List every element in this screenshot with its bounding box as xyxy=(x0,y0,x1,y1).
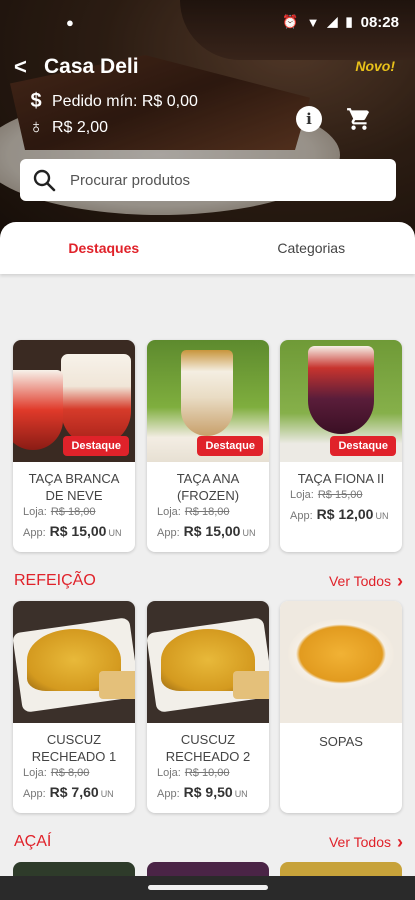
destaque-badge: Destaque xyxy=(197,436,263,456)
delivery-fee-text: R$ 2,00 xyxy=(52,118,109,136)
product-card[interactable]: Destaque TAÇA FIONA II Loja: R$ 15,00 App… xyxy=(280,340,402,552)
destaque-badge: Destaque xyxy=(63,436,129,456)
product-image xyxy=(147,601,269,723)
product-card[interactable]: CUSCUZ RECHEADO 1 Loja: R$ 8,00 App: R$ 7,… xyxy=(13,601,135,813)
product-name: TAÇA BRANCA DE NEVE xyxy=(28,471,120,503)
notification-icon: ● xyxy=(66,14,74,30)
section-title: REFEIÇÃO xyxy=(14,572,96,589)
store-price: Loja: R$ 15,00 xyxy=(290,489,363,501)
system-nav-bar xyxy=(0,876,415,900)
info-icon[interactable]: i xyxy=(296,106,322,132)
app-price: App: R$ 7,60 UN xyxy=(23,784,114,800)
app-price: App: R$ 15,00 UN xyxy=(157,523,256,539)
destaque-badge: Destaque xyxy=(330,436,396,456)
product-name: TAÇA FIONA II xyxy=(297,471,385,486)
ver-todos-link[interactable]: Ver Todos › xyxy=(329,832,403,853)
product-card[interactable]: Destaque TAÇA ANA (FROZEN) Loja: R$ 18,00… xyxy=(147,340,269,552)
back-arrow-icon[interactable]: < xyxy=(14,54,44,80)
min-order-text: Pedido mín: R$ 0,00 xyxy=(52,92,198,110)
home-gesture-handle[interactable] xyxy=(148,885,268,890)
store-title: Casa Deli xyxy=(44,55,139,78)
product-name: CUSCUZ RECHEADO 1 xyxy=(31,732,117,764)
app-price: App: R$ 9,50 UN xyxy=(157,784,248,800)
section-header-acai: AÇAÍ Ver Todos › xyxy=(14,830,403,854)
wifi-icon: ▼ xyxy=(306,14,320,30)
app-price: App: R$ 12,00 UN xyxy=(290,506,389,522)
chevron-right-icon: › xyxy=(397,570,403,591)
store-price: Loja: R$ 10,00 xyxy=(157,767,230,779)
ver-todos-link[interactable]: Ver Todos › xyxy=(329,571,403,592)
alarm-icon: ⏰ xyxy=(282,14,299,29)
product-name: CUSCUZ RECHEADO 2 xyxy=(165,732,251,764)
status-time: 08:28 xyxy=(360,13,399,31)
money-bag-icon: ♁ xyxy=(28,116,44,138)
search-icon xyxy=(33,169,56,192)
search-placeholder: Procurar produtos xyxy=(70,171,191,189)
chevron-right-icon: › xyxy=(397,831,403,852)
tab-destaques[interactable]: Destaques xyxy=(0,222,208,274)
search-bar[interactable]: Procurar produtos xyxy=(20,159,396,201)
section-header-refeicao: REFEIÇÃO Ver Todos › xyxy=(14,569,403,593)
app-price: App: R$ 15,00 UN xyxy=(23,523,122,539)
battery-icon: ▮ xyxy=(345,14,353,29)
product-name: SOPAS xyxy=(319,734,363,749)
title-bar: < Casa Deli Novo! xyxy=(14,52,395,82)
min-order-line: $ Pedido mín: R$ 0,00 xyxy=(28,90,198,113)
product-image xyxy=(280,601,402,723)
product-card[interactable]: Destaque TAÇA BRANCA DE NEVE Loja: R$ 18,… xyxy=(13,340,135,552)
cart-icon[interactable] xyxy=(346,106,372,132)
refeicao-row: CUSCUZ RECHEADO 1 Loja: R$ 8,00 App: R$ 7,… xyxy=(0,601,415,813)
featured-row: Destaque TAÇA BRANCA DE NEVE Loja: R$ 18,… xyxy=(0,340,415,552)
signal-icon: ◢ xyxy=(327,14,338,29)
tab-categorias[interactable]: Categorias xyxy=(208,222,415,274)
product-image xyxy=(13,601,135,723)
product-card[interactable]: SOPAS xyxy=(280,601,402,813)
section-title: AÇAÍ xyxy=(14,833,52,850)
store-price: Loja: R$ 18,00 xyxy=(23,506,96,518)
dollar-icon: $ xyxy=(30,90,42,112)
delivery-fee-line: ♁ R$ 2,00 xyxy=(28,116,109,139)
store-price: Loja: R$ 18,00 xyxy=(157,506,230,518)
novo-badge: Novo! xyxy=(355,58,395,74)
status-bar: ● ⏰ ▼ ◢ ▮ 08:28 xyxy=(0,0,415,44)
tab-bar: Destaques Categorias xyxy=(0,222,415,274)
product-name: TAÇA ANA (FROZEN) xyxy=(176,471,240,503)
product-card[interactable]: CUSCUZ RECHEADO 2 Loja: R$ 10,00 App: R$ 9… xyxy=(147,601,269,813)
store-price: Loja: R$ 8,00 xyxy=(23,767,90,779)
